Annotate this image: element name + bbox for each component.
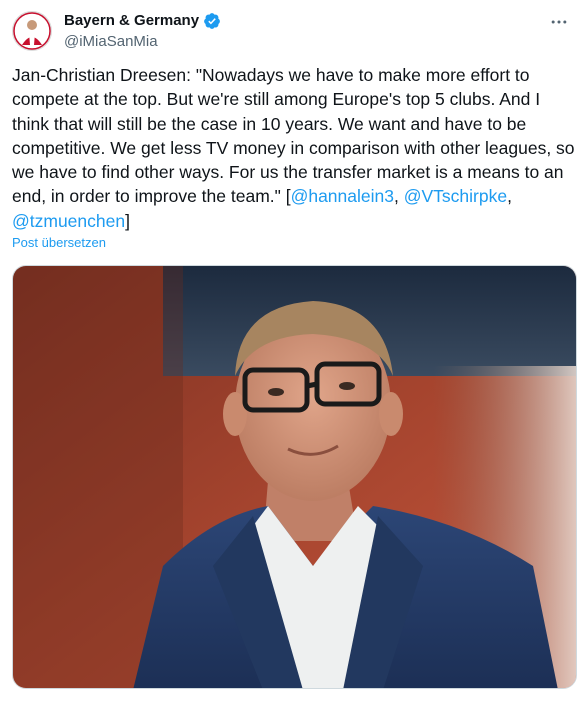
mention-link[interactable]: @hannalein3 — [291, 186, 394, 206]
author-avatar[interactable] — [12, 11, 52, 51]
separator-text: , — [507, 186, 512, 207]
translate-link[interactable]: Post übersetzen — [12, 235, 106, 250]
tweet-text: Jan-Christian Dreesen: "Nowadays we have… — [12, 63, 578, 233]
more-options-icon[interactable] — [547, 10, 571, 34]
author-display-name[interactable]: Bayern & Germany — [64, 11, 199, 31]
author-handle[interactable]: @iMiaSanMia — [64, 32, 158, 52]
mention-link[interactable]: @VTschirpke — [404, 186, 507, 206]
closing-bracket-text: ] — [125, 210, 130, 231]
separator-text: , — [393, 186, 404, 207]
tweet-photo[interactable] — [12, 265, 577, 689]
verified-badge-icon — [203, 12, 221, 30]
tweet-card: Bayern & Germany @iMiaSanMia Jan-Christi… — [0, 0, 587, 701]
mention-link[interactable]: @tzmuenchen — [12, 211, 125, 231]
author-name-row: Bayern & Germany — [64, 11, 221, 31]
